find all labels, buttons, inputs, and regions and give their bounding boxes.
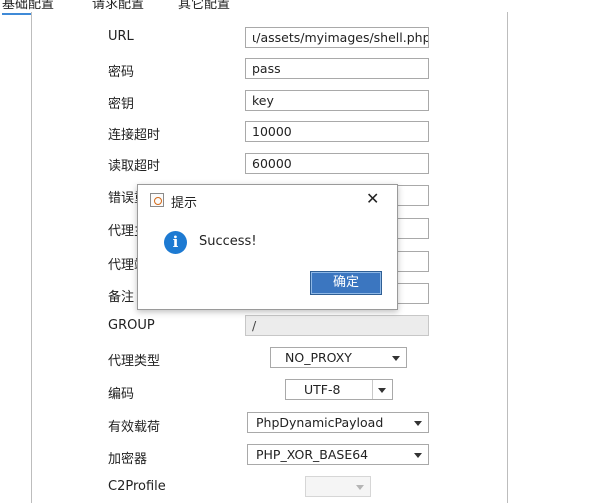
key-label: 密钥 — [108, 97, 135, 112]
tab-bar: 基础配置 请求配置 其它配置 — [0, 0, 603, 15]
info-icon: i — [164, 231, 187, 254]
proxy-type-select[interactable]: NO_PROXY — [270, 347, 407, 368]
encryptor-label: 加密器 — [108, 452, 148, 467]
read-timeout-label: 读取超时 — [108, 159, 161, 174]
url-label: URL — [108, 29, 134, 44]
success-dialog: 提示 ✕ i Success! 确定 — [137, 184, 398, 310]
tab-request-config[interactable]: 请求配置 — [92, 0, 144, 12]
remark-label: 备注 — [108, 290, 135, 305]
chevron-down-icon — [392, 356, 400, 361]
tab-other-config[interactable]: 其它配置 — [178, 0, 230, 12]
encryptor-value: PHP_XOR_BASE64 — [256, 447, 369, 462]
read-timeout-field[interactable]: 60000 — [245, 153, 429, 174]
password-label: 密码 — [108, 65, 135, 80]
close-icon[interactable]: ✕ — [366, 189, 379, 208]
proxy-type-value: NO_PROXY — [285, 350, 352, 365]
chevron-down-icon — [414, 421, 422, 426]
connect-timeout-label: 连接超时 — [108, 128, 161, 143]
encoding-label: 编码 — [108, 387, 135, 402]
dropdown-divider — [372, 380, 373, 399]
proxy-type-label: 代理类型 — [108, 354, 161, 369]
ok-button[interactable]: 确定 — [310, 271, 382, 295]
encryptor-select[interactable]: PHP_XOR_BASE64 — [247, 444, 429, 465]
c2profile-select — [305, 476, 371, 497]
group-label: GROUP — [108, 318, 155, 333]
c2profile-label: C2Profile — [108, 479, 166, 494]
chevron-down-icon — [378, 388, 386, 393]
url-field[interactable]: ι/assets/myimages/shell.php — [245, 27, 429, 48]
dialog-title-bar[interactable]: 提示 ✕ — [138, 185, 397, 215]
payload-label: 有效载荷 — [108, 420, 161, 435]
group-field: / — [245, 315, 429, 336]
java-app-icon — [150, 193, 164, 207]
encoding-select[interactable]: UTF-8 — [285, 379, 393, 400]
dialog-message: Success! — [199, 234, 257, 249]
password-field[interactable]: pass — [245, 58, 429, 79]
payload-value: PhpDynamicPayload — [256, 415, 384, 430]
dialog-title: 提示 — [171, 196, 198, 211]
chevron-down-icon — [414, 453, 422, 458]
payload-select[interactable]: PhpDynamicPayload — [247, 412, 429, 433]
encoding-value: UTF-8 — [304, 382, 341, 397]
key-field[interactable]: key — [245, 90, 429, 111]
chevron-down-icon — [356, 485, 364, 490]
connect-timeout-field[interactable]: 10000 — [245, 121, 429, 142]
